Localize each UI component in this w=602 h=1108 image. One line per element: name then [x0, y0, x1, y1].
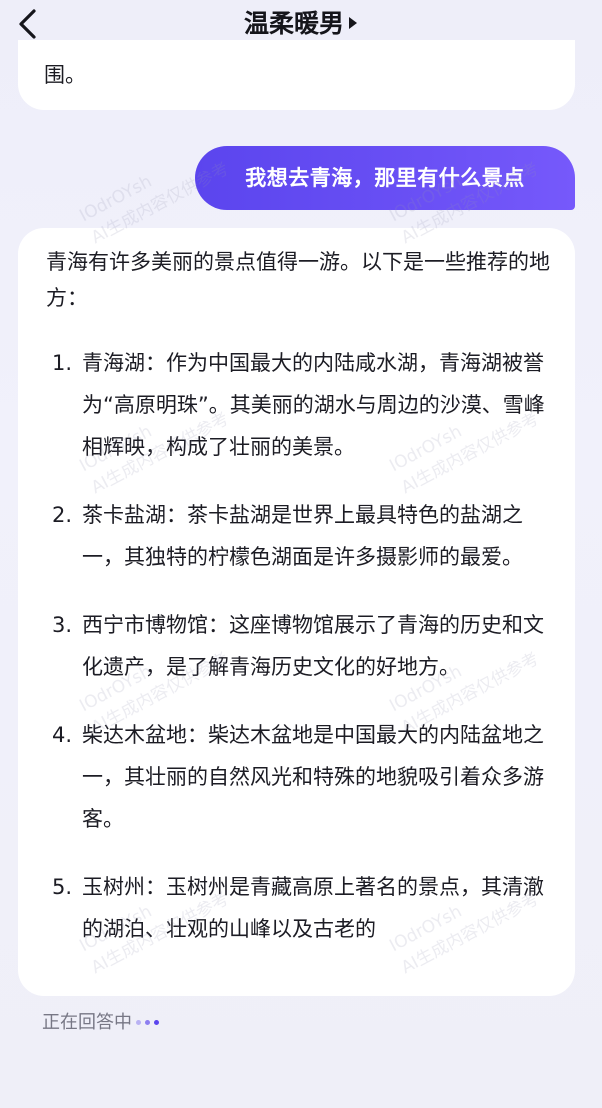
chat-title-text: 温柔暖男	[243, 9, 344, 38]
list-item-text: 玉树州：玉树州是青藏高原上著名的景点，其清澈的湖泊、壮观的山峰以及古老的	[82, 875, 544, 941]
ai-answer-list: 1. 青海湖：作为中国最大的内陆咸水湖，青海湖被誉为“高原明珠”。其美丽的湖水与…	[52, 342, 558, 976]
list-item-text: 柴达木盆地：柴达木盆地是中国最大的内陆盆地之一，其壮丽的自然风光和特殊的地貌吸引…	[82, 723, 544, 831]
caret-right-icon	[349, 17, 357, 29]
typing-dot	[145, 1020, 150, 1025]
chat-title[interactable]: 温柔暖男	[0, 8, 602, 40]
typing-dot	[154, 1020, 159, 1025]
list-item: 4. 柴达木盆地：柴达木盆地是中国最大的内陆盆地之一，其壮丽的自然风光和特殊的地…	[52, 714, 558, 840]
typing-dots-icon	[136, 1008, 163, 1038]
list-item-text: 西宁市博物馆：这座博物馆展示了青海的历史和文化遗产，是了解青海历史文化的好地方。	[82, 613, 544, 679]
list-item-text: 茶卡盐湖：茶卡盐湖是世界上最具特色的盐湖之一，其独特的柠檬色湖面是许多摄影师的最…	[82, 503, 523, 569]
list-item: 1. 青海湖：作为中国最大的内陆咸水湖，青海湖被誉为“高原明珠”。其美丽的湖水与…	[52, 342, 558, 468]
typing-dot	[136, 1020, 141, 1025]
answering-status-text: 正在回答中	[42, 1012, 132, 1033]
previous-ai-message: 围。	[18, 40, 575, 110]
list-item-number: 2.	[52, 503, 73, 527]
list-item-number: 1.	[52, 351, 73, 375]
list-item: 2. 茶卡盐湖：茶卡盐湖是世界上最具特色的盐湖之一，其独特的柠檬色湖面是许多摄影…	[52, 494, 558, 578]
ai-answer-intro: 青海有许多美丽的景点值得一游。以下是一些推荐的地方：	[46, 250, 550, 310]
previous-ai-message-text: 围。	[44, 63, 86, 87]
answering-status: 正在回答中	[42, 1008, 163, 1038]
watermark-code: IOdrOYsh	[76, 171, 156, 227]
list-item-number: 5.	[52, 875, 73, 899]
list-item-text: 青海湖：作为中国最大的内陆咸水湖，青海湖被誉为“高原明珠”。其美丽的湖水与周边的…	[82, 351, 545, 459]
list-item-number: 3.	[52, 613, 73, 637]
user-message[interactable]: 我想去青海，那里有什么景点	[195, 146, 575, 210]
list-item-number: 4.	[52, 723, 73, 747]
ai-answer-message[interactable]: 青海有许多美丽的景点值得一游。以下是一些推荐的地方： 1. 青海湖：作为中国最大…	[18, 228, 575, 996]
list-item: 5. 玉树州：玉树州是青藏高原上著名的景点，其清澈的湖泊、壮观的山峰以及古老的	[52, 866, 558, 950]
list-item: 3. 西宁市博物馆：这座博物馆展示了青海的历史和文化遗产，是了解青海历史文化的好…	[52, 604, 558, 688]
